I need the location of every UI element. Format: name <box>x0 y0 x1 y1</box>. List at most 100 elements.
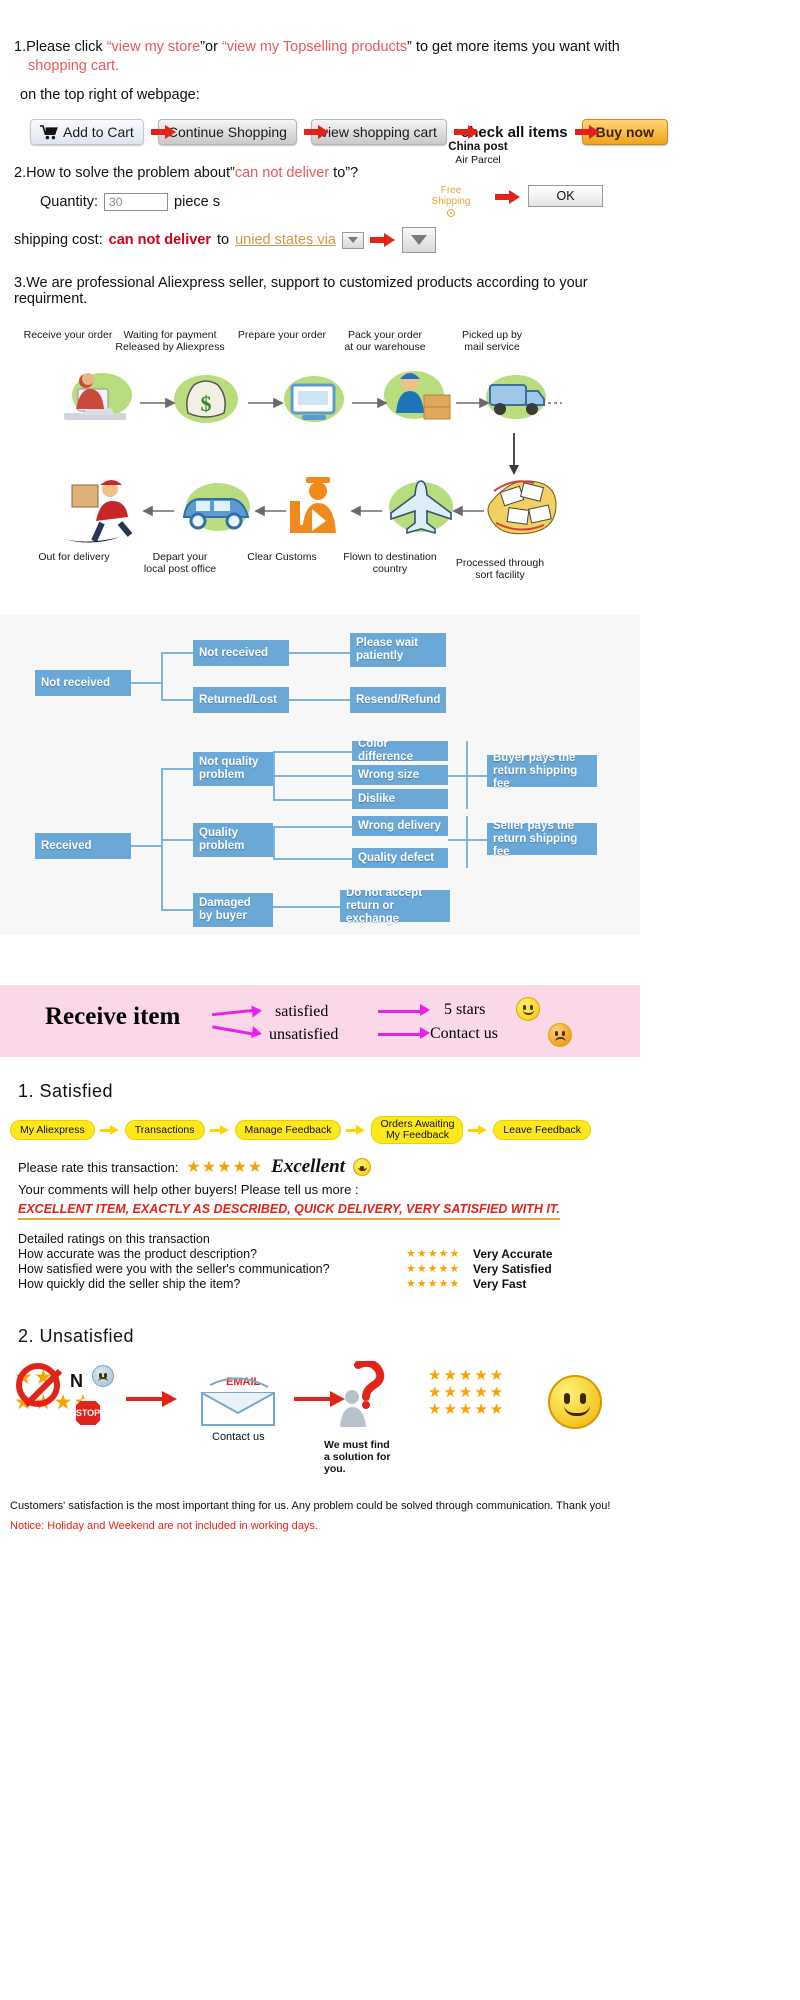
detail-question-3: How quickly did the seller ship the item… <box>18 1277 241 1291</box>
tree-result-seller-pays: Seller pays the return shipping fee <box>487 820 597 858</box>
magenta-arrow-head-1 <box>251 1004 263 1018</box>
yellow-arrow-icon-1 <box>99 1124 120 1136</box>
tree-leaf-color-difference: Color difference <box>352 738 448 763</box>
returns-decision-tree: Not received Not received Returned/Lost … <box>0 615 640 935</box>
tree-connector <box>466 816 468 868</box>
step-manage-feedback[interactable]: Manage Feedback <box>234 1120 342 1140</box>
add-to-cart-button[interactable]: Add to Cart <box>30 119 144 145</box>
tree-connector <box>273 826 352 828</box>
footer-note-2: Notice: Holiday and Weekend are not incl… <box>10 1520 318 1532</box>
section-1-suffix: to get more items you want with <box>411 39 620 55</box>
shopping-cart-icon <box>40 124 58 140</box>
detailed-ratings-block: Detailed ratings on this transaction How… <box>18 1232 640 1292</box>
big-happy-face-icon <box>548 1375 602 1429</box>
comment-prompt: Your comments will help other buyers! Pl… <box>18 1182 359 1197</box>
tree-connector <box>273 751 352 753</box>
section-1-line-1: 1.Please click “view my store”or “view m… <box>14 39 620 55</box>
quantity-input[interactable]: 30 <box>104 193 169 211</box>
tree-connector <box>273 906 340 908</box>
shipping-country-select[interactable]: unied states via <box>235 232 336 248</box>
shipping-to-text: to <box>217 232 230 248</box>
magenta-arrow-head-4 <box>420 1027 430 1039</box>
flow-label-prepare-order: Prepare your order <box>237 329 327 341</box>
section-1-mid: or <box>205 39 222 55</box>
receive-item-banner: Receive item satisfied unsatisfied 5 sta… <box>0 985 640 1057</box>
section-2: 2.How to solve the problem about”can not… <box>0 141 640 253</box>
unsatisfied-heading: 2. Unsatisfied <box>18 1326 135 1346</box>
tree-connector <box>161 652 193 654</box>
tree-connector <box>289 699 350 701</box>
section-3-text: 3.We are professional Aliexpress seller,… <box>14 275 588 307</box>
view-shopping-cart-label: view shopping cart <box>320 124 437 140</box>
tree-branch-not-quality-problem: Not quality problem <box>193 752 273 786</box>
flow-label-clear-customs: Clear Customs <box>247 551 317 563</box>
happy-face-icon <box>516 997 540 1021</box>
banner-satisfied-label: satisfied <box>275 1003 329 1020</box>
shipping-method-dropdown[interactable] <box>401 227 436 253</box>
yellow-arrow-icon-4 <box>468 1124 488 1136</box>
continue-shopping-button[interactable]: Continue Shopping <box>157 119 297 145</box>
tree-connector <box>273 775 352 777</box>
satisfied-heading: 1. Satisfied <box>18 1081 114 1101</box>
section-2-heading: 2.How to solve the problem about”can not… <box>14 165 640 181</box>
footer-note-1: Customers' satisfaction is the most impo… <box>10 1500 611 1512</box>
section-2-heading-highlight: can not deliver <box>234 165 330 181</box>
rate-transaction-row: Please rate this transaction: ★★★★★ Exce… <box>18 1156 640 1178</box>
detail-verdict-2: Very Satisfied <box>473 1262 552 1276</box>
info-dot-icon <box>447 209 455 217</box>
tree-connector <box>131 682 161 684</box>
magenta-arrow-2 <box>212 1025 254 1036</box>
view-my-store-link[interactable]: view my store <box>112 39 201 55</box>
red-arrow-icon-a <box>126 1391 178 1407</box>
rating-word: Excellent <box>271 1156 346 1177</box>
step-orders-awaiting[interactable]: Orders Awaiting My Feedback <box>371 1116 464 1144</box>
tree-leaf-quality-defect: Quality defect <box>352 848 448 868</box>
yellow-arrow-icon-2 <box>209 1124 230 1136</box>
carrier-name: China post <box>448 141 508 153</box>
section-1: 1.Please click “view my store”or “view m… <box>0 0 668 145</box>
ok-button[interactable]: OK <box>528 185 603 207</box>
tree-connector <box>161 839 193 841</box>
stop-sign-label: STOP <box>75 1408 101 1418</box>
detail-stars-3: ★★★★★ <box>406 1278 461 1290</box>
instruction-page: 1.Please click “view my store”or “view m… <box>0 0 668 1533</box>
carrier-info: China post Air Parcel <box>418 141 538 166</box>
step-transactions[interactable]: Transactions <box>124 1120 205 1140</box>
tree-root-received: Received <box>35 833 131 859</box>
detail-verdict-3: Very Fast <box>473 1277 527 1291</box>
tree-branch-quality-problem: Quality problem <box>193 823 273 857</box>
shipping-cost-warning: can not deliver <box>108 232 212 248</box>
rating-stars[interactable]: ★★★★★ <box>186 1157 263 1177</box>
country-dropdown-toggle[interactable] <box>341 231 364 249</box>
step-my-aliexpress[interactable]: My Aliexpress <box>10 1120 95 1140</box>
free-shipping-badge: Free Shipping <box>424 185 478 217</box>
tree-branch-returned-lost: Returned/Lost <box>193 687 289 713</box>
section-2-heading-suffix: to”? <box>329 165 359 181</box>
tree-connector <box>161 653 163 701</box>
no-letter-label: N <box>70 1371 83 1391</box>
section-1-line-3: on the top right of webpage: <box>20 87 200 103</box>
chevron-down-icon-small <box>347 237 358 243</box>
email-envelope-icon: EMAIL <box>196 1373 282 1434</box>
flow-label-sort-facility: Processed through sort facility <box>455 557 545 581</box>
tree-leaf-dislike: Dislike <box>352 789 448 809</box>
banner-five-stars-label: 5 stars <box>444 1001 486 1018</box>
banner-title: Receive item <box>45 1003 181 1030</box>
flow-label-pack-order: Pack your order at our warehouse <box>344 329 426 353</box>
tree-connector <box>273 826 275 858</box>
tree-connector <box>161 768 193 770</box>
detailed-ratings-heading: Detailed ratings on this transaction <box>18 1232 210 1246</box>
footer-note-block: Customers' satisfaction is the most impo… <box>10 1499 640 1533</box>
tree-leaf-wrong-delivery: Wrong delivery <box>352 816 448 836</box>
banner-unsatisfied-label: unsatisfied <box>269 1026 339 1043</box>
flow-label-picked-up: Picked up by mail service <box>461 329 523 353</box>
section-1-line-2: shopping cart. <box>28 58 120 74</box>
magenta-arrow-4 <box>378 1033 422 1036</box>
tree-connector <box>273 858 352 860</box>
buy-now-label: Buy now <box>595 124 654 140</box>
star-grid-icon: ★★★★★ ★★★★★ ★★★★★ <box>428 1367 506 1418</box>
flow-label-waiting-payment: Waiting for payment Released by Aliexpres… <box>115 329 225 353</box>
tree-result-resend-refund: Resend/Refund <box>350 687 446 713</box>
view-topselling-link[interactable]: view my Topselling products <box>227 39 407 55</box>
step-leave-feedback[interactable]: Leave Feedback <box>493 1120 592 1140</box>
